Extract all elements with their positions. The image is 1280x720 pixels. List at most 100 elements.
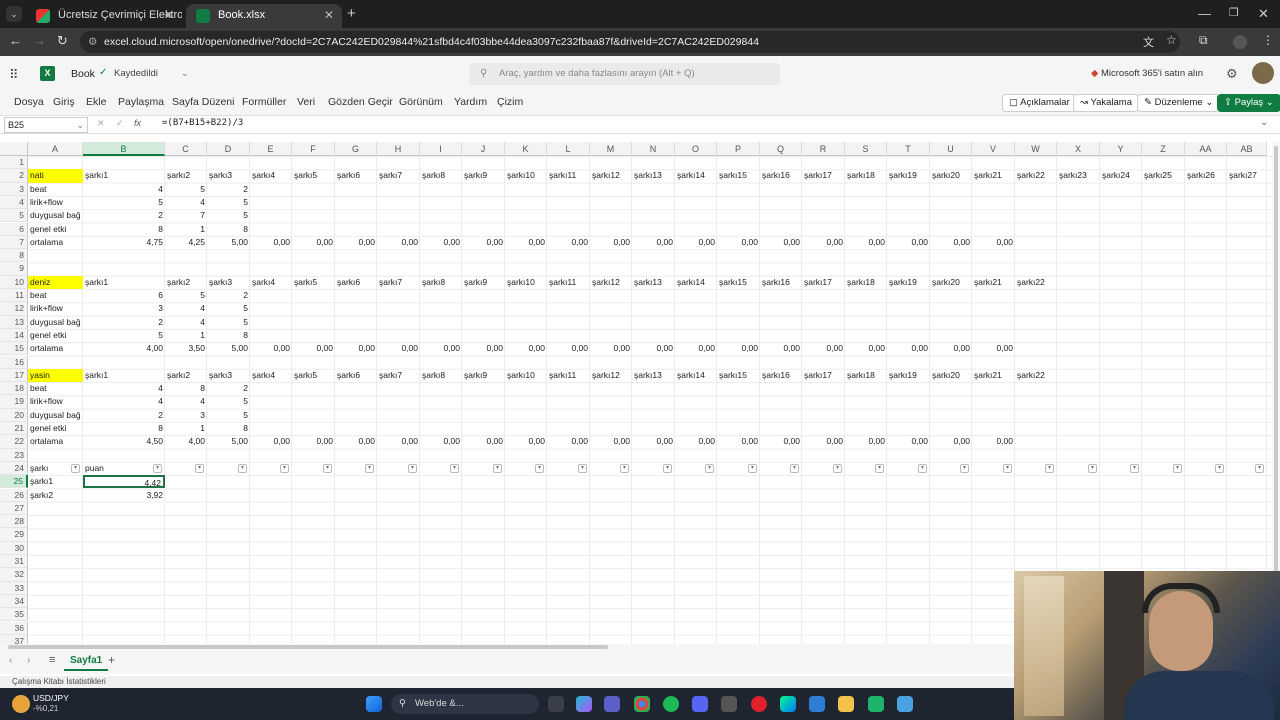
row-header[interactable]: 27 [0, 501, 28, 516]
cell[interactable]: şarkı3 [207, 369, 250, 382]
formula-input[interactable]: =(B7+B15+B22)/3 [162, 118, 243, 128]
column-header[interactable]: K [505, 142, 547, 156]
cell[interactable]: deniz [28, 275, 83, 289]
tab-cizim[interactable]: Çizim [497, 96, 523, 108]
cell[interactable]: 0,00 [845, 435, 887, 448]
cell[interactable]: 4,50 [83, 435, 165, 448]
column-header[interactable]: F [292, 142, 335, 156]
filter-dropdown-icon[interactable]: ▾ [153, 463, 162, 473]
cell[interactable]: şarkı7 [377, 369, 420, 382]
cell[interactable]: 5 [207, 316, 250, 329]
close-icon[interactable]: ✕ [164, 4, 174, 26]
maximize-icon[interactable]: ❐ [1229, 6, 1239, 19]
cell[interactable]: 0,00 [420, 236, 462, 249]
column-header[interactable]: I [420, 142, 462, 156]
column-header[interactable]: V [972, 142, 1015, 156]
app-launcher-icon[interactable]: ⠿ [9, 67, 19, 83]
filter-dropdown-icon[interactable]: ▾ [238, 463, 247, 473]
cell[interactable]: 5,00 [207, 236, 250, 249]
cell[interactable]: 5,00 [207, 435, 250, 448]
cell[interactable]: 7 [165, 209, 207, 222]
all-sheets-icon[interactable]: ≡ [49, 654, 55, 666]
column-header[interactable]: AB [1227, 142, 1267, 156]
user-avatar[interactable] [1252, 62, 1274, 84]
insert-function-icon[interactable]: fx [134, 118, 141, 128]
tab-veri[interactable]: Veri [297, 96, 315, 108]
row-header[interactable]: 8 [0, 249, 28, 263]
filter-dropdown-icon[interactable]: ▾ [663, 463, 672, 473]
snipping-tool-icon[interactable] [721, 696, 737, 712]
cell[interactable]: 0,00 [377, 342, 420, 355]
cell[interactable]: şarkı13 [632, 369, 675, 382]
row-header[interactable]: 34 [0, 594, 28, 609]
cell[interactable]: şarkı4 [250, 169, 292, 182]
bookmark-star-icon[interactable]: ☆ [1166, 33, 1177, 47]
cell[interactable]: 1 [165, 223, 207, 236]
row-header[interactable]: 35 [0, 608, 28, 622]
chrome-icon[interactable] [634, 696, 650, 712]
row-header[interactable]: 12 [0, 302, 28, 316]
cell[interactable]: şarkı19 [887, 369, 930, 382]
cell[interactable]: 5 [207, 409, 250, 422]
cell[interactable]: şarkı17 [802, 276, 845, 289]
cell[interactable]: şarkı17 [802, 369, 845, 382]
vertical-scrollbar[interactable] [1272, 142, 1280, 644]
cell[interactable]: 5 [207, 196, 250, 209]
cell[interactable]: 5,00 [207, 342, 250, 355]
cell[interactable]: 0,00 [802, 435, 845, 448]
filter-dropdown-icon[interactable]: ▾ [323, 463, 332, 473]
search-input[interactable]: ⚲ Araç, yardım ve daha fazlasını arayın … [469, 63, 780, 85]
settings-gear-icon[interactable]: ⚙ [1226, 66, 1238, 82]
cell[interactable]: 0,00 [802, 236, 845, 249]
cell[interactable]: şarkı11 [547, 369, 590, 382]
cell[interactable]: lirik+flow [28, 196, 83, 209]
forward-icon[interactable]: → [33, 33, 46, 48]
cell[interactable]: 0,00 [250, 342, 292, 355]
row-header[interactable]: 18 [0, 382, 28, 396]
browser-menu-icon[interactable]: ⋮ [1262, 33, 1274, 47]
cell[interactable]: şarkı5 [292, 276, 335, 289]
cell[interactable]: şarkı14 [675, 169, 717, 182]
select-all-corner[interactable] [0, 142, 28, 156]
cell[interactable]: genel etki [28, 223, 83, 236]
sheet-tab-sayfa1[interactable]: Sayfa1 [64, 653, 109, 671]
filter-dropdown-icon[interactable]: ▾ [1045, 463, 1054, 473]
window-close-icon[interactable]: ✕ [1258, 6, 1269, 22]
cell[interactable]: şarkı18 [845, 169, 887, 182]
cell[interactable]: 5 [207, 395, 250, 408]
tab-yardim[interactable]: Yardım [454, 96, 487, 108]
editing-mode-button[interactable]: ✎ Düzenleme ⌄ [1137, 94, 1221, 112]
tab-dosya[interactable]: Dosya [14, 96, 44, 108]
app-green-icon[interactable] [868, 696, 884, 712]
cell[interactable]: şarkı19 [887, 169, 930, 182]
add-sheet-icon[interactable]: + [108, 653, 115, 667]
cell[interactable]: şarkı1 [83, 169, 165, 182]
tab-search-icon[interactable]: ⌄ [6, 6, 22, 22]
cell[interactable]: şarkı10 [505, 276, 547, 289]
filter-dropdown-icon[interactable]: ▾ [960, 463, 969, 473]
cell[interactable]: 0,00 [845, 236, 887, 249]
cell[interactable]: şarkı20 [930, 369, 972, 382]
cell[interactable]: 2 [207, 289, 250, 302]
cell[interactable]: şarkı4 [250, 276, 292, 289]
site-info-icon[interactable]: ⚙ [88, 31, 97, 53]
cell[interactable]: 0,00 [250, 435, 292, 448]
cell[interactable]: şarkı16 [760, 169, 802, 182]
taskbar-search[interactable]: ⚲ Web'de &... [391, 694, 539, 714]
cell[interactable]: şarkı23 [1057, 169, 1100, 182]
tab-formuller[interactable]: Formüller [242, 96, 286, 108]
row-header[interactable]: 23 [0, 448, 28, 462]
cell[interactable]: şarkı1 [83, 369, 165, 382]
cell[interactable]: 0,00 [632, 236, 675, 249]
row-header[interactable]: 36 [0, 621, 28, 635]
column-header[interactable]: A [28, 142, 83, 156]
cell[interactable]: 0,00 [590, 435, 632, 448]
cell[interactable]: 8 [165, 382, 207, 395]
cell[interactable]: 0,00 [547, 342, 590, 355]
cell[interactable]: şarkı21 [972, 369, 1015, 382]
cell[interactable]: 0,00 [930, 342, 972, 355]
cell[interactable]: 0,00 [505, 435, 547, 448]
windows-start-icon[interactable] [366, 696, 382, 712]
cell[interactable]: şarkı2 [165, 369, 207, 382]
cell[interactable]: 6 [83, 289, 165, 302]
